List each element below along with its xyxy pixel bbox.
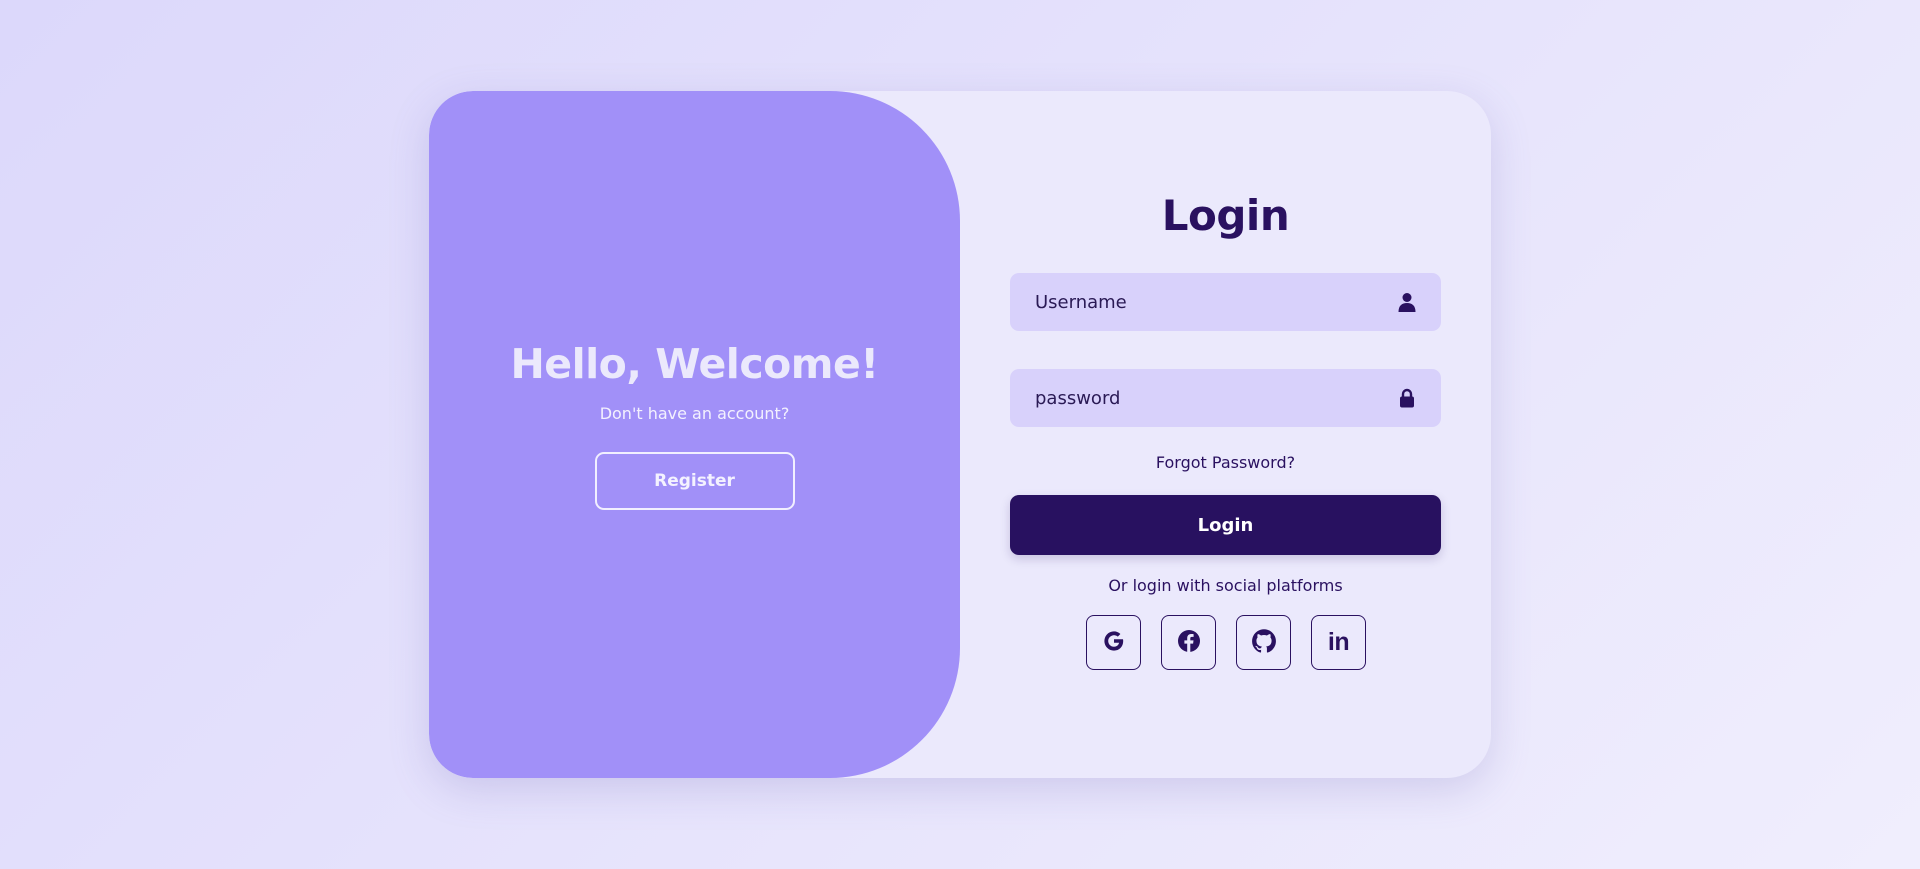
login-button[interactable]: Login xyxy=(1010,495,1441,555)
github-login-button[interactable] xyxy=(1236,615,1291,670)
password-input[interactable] xyxy=(1010,369,1441,427)
login-title: Login xyxy=(1161,191,1290,240)
facebook-login-button[interactable] xyxy=(1161,615,1216,670)
github-icon xyxy=(1251,628,1277,657)
login-card: Hello, Welcome! Don't have an account? R… xyxy=(429,91,1491,778)
forgot-password-link[interactable]: Forgot Password? xyxy=(1010,453,1441,472)
google-icon xyxy=(1102,629,1126,656)
linkedin-login-button[interactable]: in xyxy=(1311,615,1366,670)
google-login-button[interactable] xyxy=(1086,615,1141,670)
login-panel: Login Forgot Password? Login Or login wi… xyxy=(1010,91,1441,778)
username-input[interactable] xyxy=(1010,273,1441,331)
register-button[interactable]: Register xyxy=(594,451,795,510)
linkedin-icon: in xyxy=(1327,628,1350,656)
lock-icon xyxy=(1397,388,1417,408)
social-login-text: Or login with social platforms xyxy=(1108,576,1343,595)
welcome-panel: Hello, Welcome! Don't have an account? R… xyxy=(429,91,960,778)
username-field xyxy=(1010,273,1441,331)
social-buttons: in xyxy=(1086,615,1366,671)
user-icon xyxy=(1397,292,1417,312)
welcome-subtitle: Don't have an account? xyxy=(599,403,790,423)
facebook-icon xyxy=(1177,629,1201,656)
password-field xyxy=(1010,369,1441,427)
welcome-title: Hello, Welcome! xyxy=(510,339,879,388)
